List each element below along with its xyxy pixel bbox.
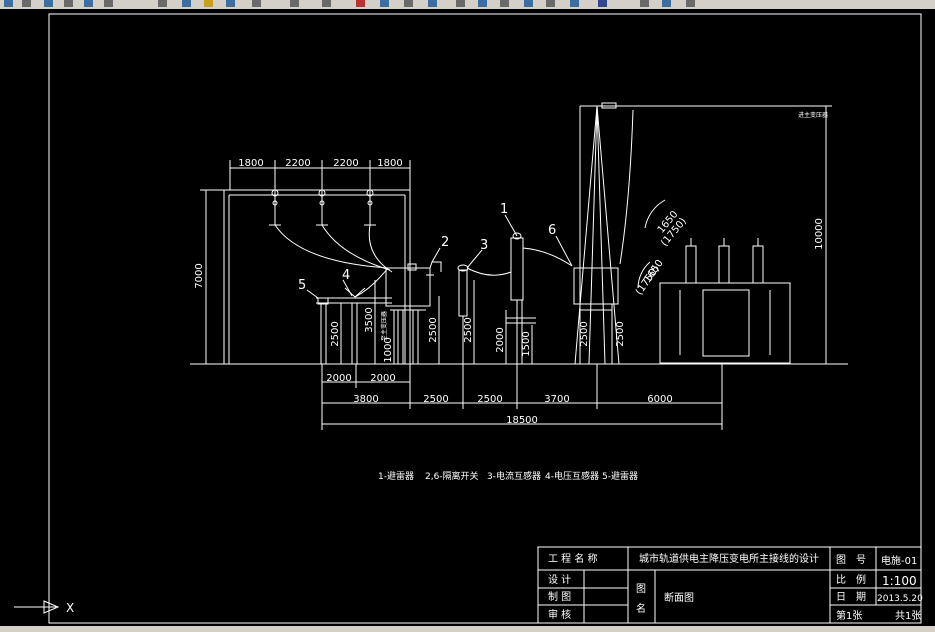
toolbar-icon[interactable] bbox=[356, 0, 365, 7]
toolbar-icon[interactable] bbox=[290, 0, 299, 7]
toolbar-icon[interactable] bbox=[322, 0, 331, 7]
toolbar-icon[interactable] bbox=[598, 0, 607, 7]
drawing-canvas[interactable]: 1800 2200 2200 1800 7000 10000 2500 3500… bbox=[0, 9, 935, 626]
toolbar-icon[interactable] bbox=[640, 0, 649, 7]
main-transformer bbox=[659, 238, 791, 364]
dim-left-height: 7000 bbox=[194, 263, 205, 288]
dim-v2500e: 2500 bbox=[615, 321, 626, 346]
callout-5: 5 bbox=[298, 278, 306, 293]
lightning-tower bbox=[574, 102, 826, 365]
toolbar-icon[interactable] bbox=[252, 0, 261, 7]
layout-tabs-bar[interactable] bbox=[0, 626, 935, 632]
note-vertical: 至主变压器 bbox=[380, 311, 388, 341]
callout-4: 4 bbox=[342, 268, 350, 283]
ucs-x-label: X bbox=[66, 601, 74, 615]
legend-item-2: 2,6-隔离开关 bbox=[425, 470, 479, 482]
tb-total-label: 共1张 bbox=[895, 610, 921, 622]
toolbar-icon[interactable] bbox=[500, 0, 509, 7]
toolbar-icon[interactable] bbox=[428, 0, 437, 7]
tb-project-label: 工 程 名 称 bbox=[548, 552, 598, 565]
toolbar-icon[interactable] bbox=[662, 0, 671, 7]
legend-item-5: 5-避雷器 bbox=[602, 470, 638, 482]
toolbar-icon[interactable] bbox=[546, 0, 555, 7]
toolbar-icon[interactable] bbox=[686, 0, 695, 7]
tb-review-label: 审 核 bbox=[548, 608, 571, 621]
tb-drawing-name: 断面图 bbox=[664, 591, 694, 604]
toolbar-icon[interactable] bbox=[456, 0, 465, 7]
dim-v2500a: 2500 bbox=[330, 321, 341, 346]
legend-item-3: 3-电流互感器 bbox=[487, 470, 541, 482]
dim-v2500c: 2500 bbox=[463, 317, 474, 342]
dim-v2500d: 2500 bbox=[579, 321, 590, 346]
toolbar-icon[interactable] bbox=[44, 0, 53, 7]
dim-top-2: 2200 bbox=[285, 158, 310, 169]
dim-h2000a: 2000 bbox=[326, 373, 351, 384]
toolbar-icon[interactable] bbox=[380, 0, 389, 7]
tb-drawing-label: 制 图 bbox=[548, 590, 571, 603]
tb-scale-label: 比 例 bbox=[836, 573, 866, 586]
dim-top-1: 1800 bbox=[238, 158, 263, 169]
toolbar-icon[interactable] bbox=[64, 0, 73, 7]
tb-ming-label: 名 bbox=[636, 602, 646, 615]
toolbar-icon[interactable] bbox=[226, 0, 235, 7]
legend-item-1: 1-避雷器 bbox=[378, 470, 414, 482]
ucs-icon bbox=[14, 600, 60, 614]
note-top-right: 进主变压器 bbox=[798, 111, 828, 119]
dim-right-height: 10000 bbox=[814, 218, 825, 250]
callout-leaders bbox=[306, 214, 573, 299]
dim-row2-1: 3800 bbox=[353, 394, 378, 405]
tb-date-label: 日 期 bbox=[836, 591, 866, 603]
toolbar-icon[interactable] bbox=[570, 0, 579, 7]
toolbar-icon[interactable] bbox=[182, 0, 191, 7]
dim-top-4: 1800 bbox=[377, 158, 402, 169]
tb-date-value: 2013.5.20 bbox=[877, 594, 923, 604]
toolbar-icon[interactable] bbox=[524, 0, 533, 7]
dim-total: 18500 bbox=[506, 415, 538, 426]
toolbar-icon[interactable] bbox=[404, 0, 413, 7]
callout-3: 3 bbox=[480, 238, 488, 253]
toolbar-icon[interactable] bbox=[22, 0, 31, 7]
dim-v3500: 3500 bbox=[364, 307, 375, 332]
cad-toolbar bbox=[0, 0, 935, 9]
tb-design-label: 设 计 bbox=[548, 573, 571, 586]
tb-project-name: 城市轨道供电主降压变电所主接线的设计 bbox=[639, 552, 819, 565]
dim-v1500: 1500 bbox=[521, 331, 532, 356]
legend-item-4: 4-电压互感器 bbox=[545, 470, 599, 482]
dim-v2000: 2000 bbox=[495, 327, 506, 352]
toolbar-icon[interactable] bbox=[104, 0, 113, 7]
toolbar-icon[interactable] bbox=[478, 0, 487, 7]
tb-sheet-label: 第1张 bbox=[836, 609, 862, 622]
callout-1: 1 bbox=[500, 202, 508, 217]
toolbar-icon[interactable] bbox=[204, 0, 213, 7]
dim-row2-5: 6000 bbox=[647, 394, 672, 405]
toolbar-icon[interactable] bbox=[84, 0, 93, 7]
toolbar-icon[interactable] bbox=[4, 0, 13, 7]
dim-row2-4: 3700 bbox=[544, 394, 569, 405]
callout-6: 6 bbox=[548, 223, 556, 238]
drawing-text: 1800 2200 2200 1800 7000 10000 2500 3500… bbox=[66, 111, 923, 622]
dim-v2500b: 2500 bbox=[428, 317, 439, 342]
tb-scale-value: 1:100 bbox=[882, 574, 917, 588]
dim-h2000b: 2000 bbox=[370, 373, 395, 384]
disconnect-switch bbox=[573, 109, 634, 311]
dimension-lines bbox=[200, 105, 832, 430]
insulator-column bbox=[457, 264, 469, 364]
tb-tu-label: 图 bbox=[636, 583, 646, 595]
tb-number-value: 电施-01 bbox=[881, 554, 917, 567]
dim-row2-2: 2500 bbox=[423, 394, 448, 405]
dim-row2-3: 2500 bbox=[477, 394, 502, 405]
toolbar-icon[interactable] bbox=[158, 0, 167, 7]
tb-number-label: 图 号 bbox=[836, 554, 866, 566]
dim-top-3: 2200 bbox=[333, 158, 358, 169]
dim-1750b: (1750) bbox=[634, 264, 662, 298]
callout-2: 2 bbox=[441, 235, 449, 250]
